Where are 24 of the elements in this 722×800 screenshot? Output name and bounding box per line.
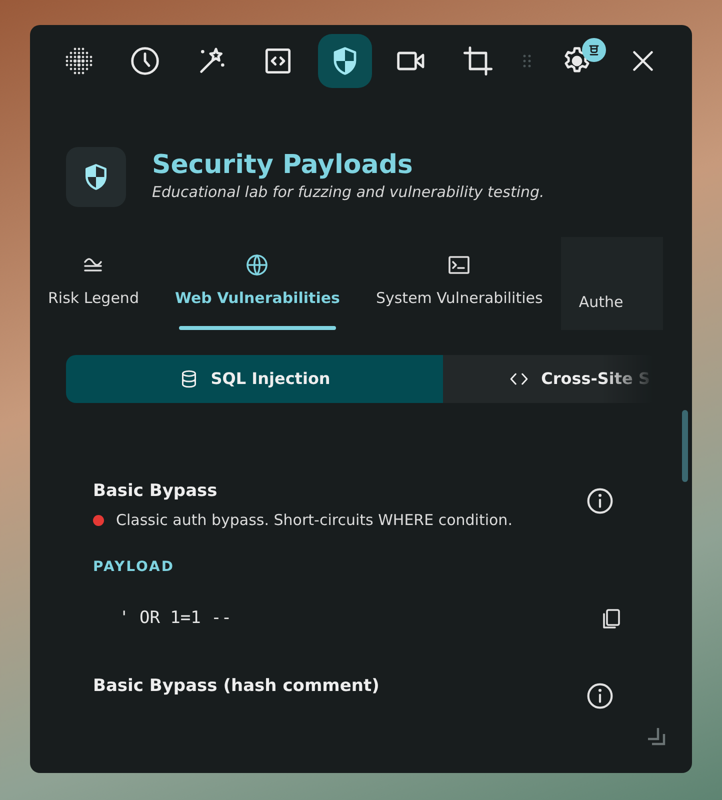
payload-code: ' OR 1=1 -- [119, 606, 232, 630]
toolbar-button[interactable] [318, 34, 372, 88]
info-icon [586, 487, 614, 515]
terminal-icon [447, 253, 472, 277]
globe-icon [245, 253, 270, 277]
payload-description: Classic auth bypass. Short-circuits WHERE condition. [116, 510, 512, 532]
info-button[interactable] [586, 487, 614, 515]
clock-icon [129, 45, 162, 77]
payload-title: Basic Bypass [93, 481, 218, 502]
tab[interactable]: System Vulnerabilities [358, 237, 561, 330]
app-title: Security Payloads [152, 150, 414, 182]
payload-title: Basic Bypass (hash comment) [93, 676, 380, 697]
scrollbar-thumb[interactable] [682, 410, 688, 482]
info-button[interactable] [586, 682, 614, 710]
app-subtitle: Educational lab for fuzzing and vulnerability testing. [152, 182, 544, 204]
payload-label: PAYLOAD [93, 558, 176, 577]
cup-icon [586, 43, 600, 57]
tab[interactable]: Authe [560, 237, 664, 330]
crop-icon [462, 45, 494, 77]
tab[interactable]: Risk Legend [30, 237, 157, 330]
info-icon [586, 682, 614, 710]
dot-grid-icon [63, 45, 95, 77]
tab[interactable]: Web Vulnerabilities [156, 237, 358, 330]
category-tab[interactable]: SQL Injection [66, 355, 444, 403]
